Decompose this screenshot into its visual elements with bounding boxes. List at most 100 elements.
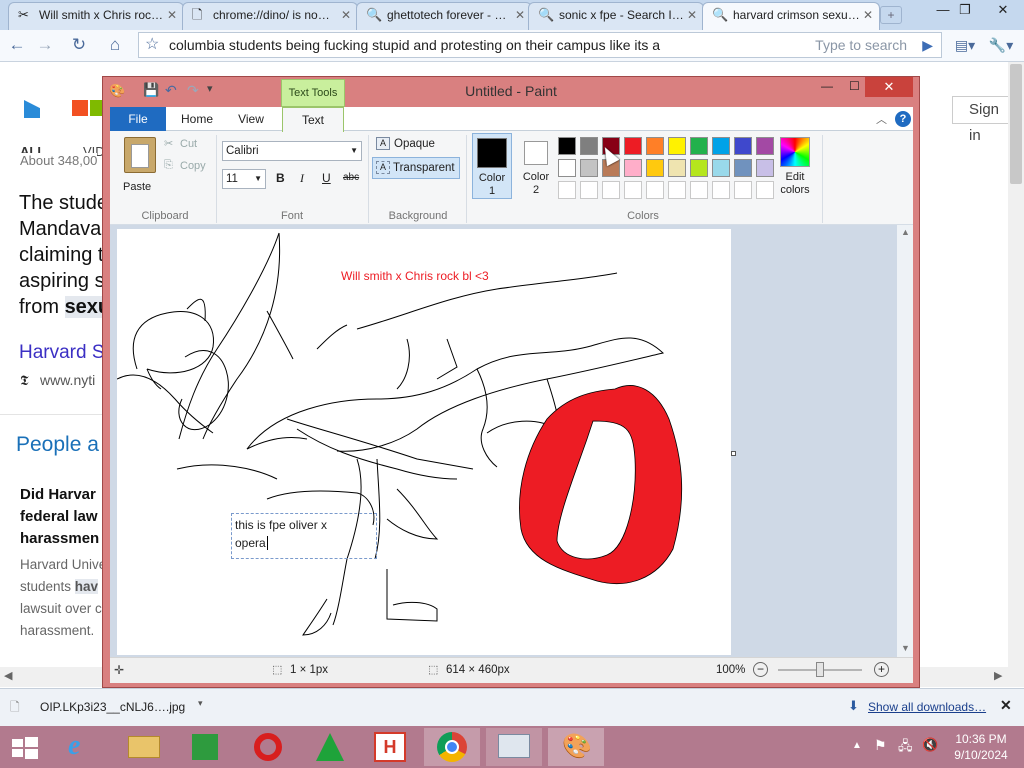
- palette-swatch[interactable]: [690, 137, 708, 155]
- tab-sonic[interactable]: 🔍 sonic x fpe - Search I… ✕: [528, 2, 704, 30]
- palette-swatch[interactable]: [602, 181, 620, 199]
- paste-icon[interactable]: [124, 137, 156, 173]
- canvas-vertical-scrollbar[interactable]: ▲ ▼: [897, 225, 913, 657]
- close-icon[interactable]: ✕: [167, 3, 177, 27]
- scroll-down-icon[interactable]: ▼: [901, 643, 910, 653]
- strikethrough-button[interactable]: abc: [343, 172, 359, 183]
- palette-swatch[interactable]: [690, 181, 708, 199]
- home-icon[interactable]: ⌂: [104, 34, 126, 56]
- star-icon[interactable]: ☆: [145, 33, 159, 57]
- canvas-resize-handle[interactable]: [731, 451, 736, 456]
- taskbar-h-app[interactable]: H: [362, 728, 418, 766]
- volume-icon[interactable]: 🔇: [922, 737, 938, 753]
- help-icon[interactable]: ?: [895, 111, 911, 127]
- palette-swatch[interactable]: [734, 159, 752, 177]
- palette-swatch[interactable]: [712, 181, 730, 199]
- palette-swatch[interactable]: [580, 159, 598, 177]
- transparent-button[interactable]: A Transparent: [372, 157, 460, 179]
- color2-button[interactable]: Color 2: [516, 133, 556, 199]
- palette-swatch[interactable]: [580, 137, 598, 155]
- edit-colors-icon[interactable]: [780, 137, 810, 167]
- tab-chrome-dino[interactable]: 🗋 chrome://dino/ is no… ✕: [182, 2, 358, 30]
- qa-title[interactable]: Did Harvar federal law harassmen: [20, 484, 99, 550]
- network-icon[interactable]: 🖧: [898, 737, 913, 759]
- palette-swatch[interactable]: [668, 137, 686, 155]
- chevron-down-icon[interactable]: ▾: [198, 690, 203, 716]
- palette-swatch[interactable]: [712, 137, 730, 155]
- bold-button[interactable]: B: [276, 171, 285, 185]
- palette-swatch[interactable]: [558, 159, 576, 177]
- close-icon[interactable]: ✕: [863, 3, 873, 27]
- back-icon[interactable]: ←: [6, 34, 28, 56]
- vertical-scrollbar[interactable]: [1008, 62, 1024, 667]
- palette-swatch[interactable]: [646, 181, 664, 199]
- opaque-button[interactable]: A Opaque: [374, 135, 458, 155]
- taskbar-explorer[interactable]: [116, 728, 172, 766]
- address-bar[interactable]: ☆ columbia students being fucking stupid…: [138, 32, 942, 58]
- clock[interactable]: 10:36 PM 9/10/2024: [946, 731, 1016, 763]
- text-tab[interactable]: Text: [282, 107, 344, 132]
- view-tab[interactable]: View: [226, 107, 276, 131]
- flag-icon[interactable]: ⚑: [874, 737, 887, 754]
- palette-swatch[interactable]: [668, 159, 686, 177]
- tab-ghettotech[interactable]: 🔍 ghettotech forever - … ✕: [356, 2, 532, 30]
- copy-button[interactable]: Copy: [180, 160, 206, 172]
- tab-will-smith[interactable]: ✂ Will smith x Chris roc… ✕: [8, 2, 184, 30]
- palette-swatch[interactable]: [624, 159, 642, 177]
- taskbar-ie[interactable]: e: [54, 728, 110, 766]
- palette-swatch[interactable]: [624, 137, 642, 155]
- restore-icon[interactable]: ❐: [952, 0, 978, 22]
- close-icon[interactable]: ✕: [341, 3, 351, 27]
- zoom-slider-thumb[interactable]: [816, 662, 824, 677]
- zoom-out-icon[interactable]: −: [753, 662, 768, 677]
- close-icon[interactable]: ✕: [515, 3, 525, 27]
- underline-button[interactable]: U: [322, 171, 331, 185]
- paste-button[interactable]: Paste: [123, 181, 151, 193]
- palette-swatch[interactable]: [668, 181, 686, 199]
- maximize-icon[interactable]: ☐: [849, 79, 860, 93]
- show-hidden-icons[interactable]: ▲: [852, 740, 862, 751]
- reload-icon[interactable]: ↻: [68, 34, 90, 56]
- taskbar-monitor[interactable]: [486, 728, 542, 766]
- palette-swatch[interactable]: [734, 181, 752, 199]
- zoom-in-icon[interactable]: +: [874, 662, 889, 677]
- taskbar-triangle-app[interactable]: [302, 728, 358, 766]
- home-tab[interactable]: Home: [172, 107, 222, 131]
- scroll-right-icon[interactable]: ▶: [994, 669, 1002, 682]
- minimize-icon[interactable]: —: [821, 79, 833, 93]
- new-tab-button[interactable]: +: [880, 6, 902, 24]
- edit-colors-button[interactable]: Edit colors: [770, 171, 820, 197]
- palette-swatch[interactable]: [646, 137, 664, 155]
- close-downloads-icon[interactable]: ✕: [1000, 697, 1012, 714]
- palette-swatch[interactable]: [624, 181, 642, 199]
- minimize-ribbon-icon[interactable]: ︿: [876, 111, 887, 127]
- close-icon[interactable]: ✕: [687, 3, 697, 27]
- close-window-icon[interactable]: ✕: [990, 0, 1016, 22]
- palette-swatch[interactable]: [690, 159, 708, 177]
- page-menu-icon[interactable]: ▤▾: [950, 34, 980, 56]
- scrollbar-thumb[interactable]: [1010, 64, 1022, 184]
- palette-swatch[interactable]: [580, 181, 598, 199]
- wrench-icon[interactable]: 🔧▾: [986, 34, 1016, 56]
- result-link[interactable]: Harvard S: [19, 342, 105, 364]
- palette-swatch[interactable]: [756, 137, 774, 155]
- taskbar-chrome[interactable]: [424, 728, 480, 766]
- cut-button[interactable]: Cut: [180, 138, 197, 150]
- download-item[interactable]: 🗋 OIP.LKp3i23__cNLJ6….jpg ▾: [6, 694, 206, 720]
- palette-swatch[interactable]: [646, 159, 664, 177]
- palette-swatch[interactable]: [558, 181, 576, 199]
- taskbar-store[interactable]: [176, 728, 232, 766]
- show-all-downloads-link[interactable]: Show all downloads…: [868, 700, 986, 714]
- palette-swatch[interactable]: [734, 137, 752, 155]
- sign-in-button[interactable]: Sign in: [952, 96, 1012, 144]
- go-icon[interactable]: ▶: [922, 33, 933, 57]
- start-button[interactable]: [0, 728, 50, 766]
- font-size-select[interactable]: 11 ▼: [222, 169, 266, 189]
- canvas-textbox[interactable]: this is fpe oliver x opera: [231, 513, 377, 559]
- tab-harvard[interactable]: 🔍 harvard crimson sexu… ✕: [702, 2, 880, 31]
- drawing-canvas[interactable]: Will smith x Chris rock bl <3 this is fp…: [117, 229, 731, 655]
- file-tab[interactable]: File: [110, 107, 166, 131]
- forward-icon[interactable]: →: [34, 34, 56, 56]
- scroll-up-icon[interactable]: ▲: [901, 227, 910, 237]
- color1-button[interactable]: Color 1: [472, 133, 512, 199]
